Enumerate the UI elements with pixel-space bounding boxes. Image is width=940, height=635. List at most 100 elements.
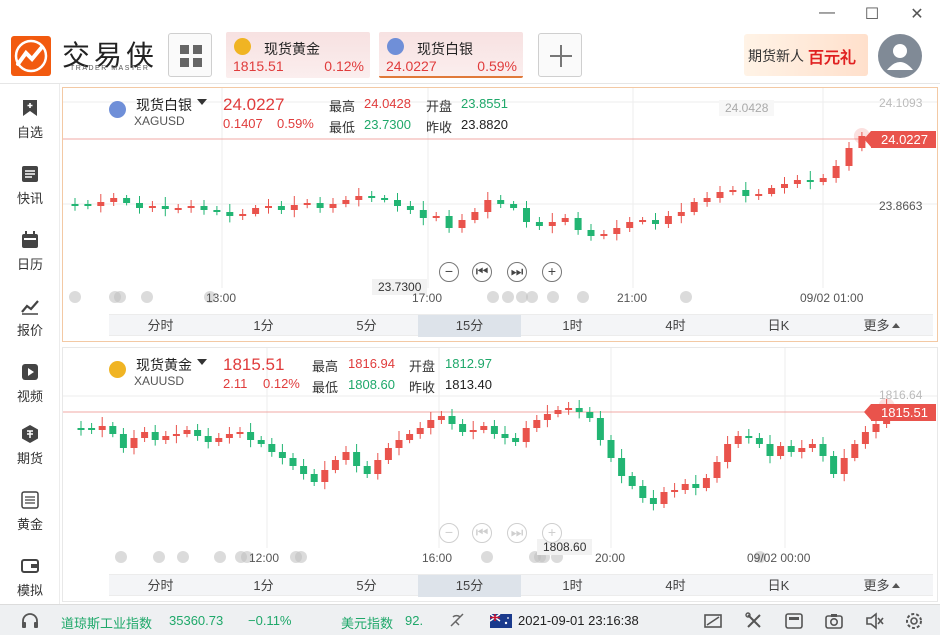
avatar[interactable] [878,34,922,78]
minimize-button[interactable]: — [817,4,837,22]
silver-coin-icon [387,38,404,55]
candle-body [600,234,608,236]
tab-silver[interactable]: 现货白银 24.0227 0.59% [379,32,523,78]
candle-body [329,204,337,208]
bookmark-icon [23,100,37,116]
tab-timeframe[interactable]: 1时 [521,575,624,597]
usd-index-label[interactable]: 美元指数 [341,613,393,632]
candle-body [713,462,721,478]
tab-timeframe[interactable]: 4时 [624,315,727,337]
dow-pct: −0.11% [248,613,292,628]
logo-subtitle: TRADER MASTER [70,65,150,72]
sidebar-item-gold[interactable]: 黄金 [0,490,60,550]
mute-icon[interactable] [864,611,884,631]
maximize-button[interactable]: ☐ [862,4,882,24]
status-bar: 道琼斯工业指数 35360.73 −0.11% 美元指数 92. 2021-09… [0,604,940,635]
silver-open: 23.8551 [461,96,508,111]
candle-body [681,484,689,490]
chevron-down-icon[interactable] [197,99,207,105]
chart-toggle-icon[interactable] [703,611,723,631]
tab-timeframe-more[interactable]: 更多 [830,575,933,597]
candle-body [331,460,339,470]
camera-icon[interactable] [824,611,844,631]
sidebar-item-video[interactable]: 视频 [0,362,60,422]
chevron-down-icon[interactable] [197,359,207,365]
tab-timeframe[interactable]: 1分 [212,315,315,337]
tab-timeframe[interactable]: 5分 [315,315,418,337]
candle-body [427,420,435,428]
gold-low-label: 最低 [312,380,339,395]
tools-icon[interactable] [744,611,764,631]
gold-open: 1812.97 [445,356,492,371]
gold-time-label: 20:00 [595,551,626,565]
grid-layout-button[interactable] [168,33,212,77]
sidebar-item-label: 自选 [16,125,43,140]
event-marker [69,291,81,303]
candle-body [109,426,117,434]
candle-body [363,466,371,474]
candle-body [321,470,329,482]
zoom-in-button[interactable]: + [542,523,562,543]
sidebar-item-label: 视频 [16,389,43,404]
prev-bar-button[interactable]: ⏮ [472,262,492,282]
tab-timeframe[interactable]: 分时 [109,575,212,597]
candle-body [277,206,285,210]
connection-icon[interactable] [448,611,466,629]
tab-timeframe[interactable]: 5分 [315,575,418,597]
headset-icon[interactable] [20,611,40,631]
zoom-in-button[interactable]: + [542,262,562,282]
silver-chart-panel: 现货白银 XAGUSD 24.0227 0.1407 0.59% 最高 24.0… [62,87,938,342]
candle-body [490,426,498,434]
next-bar-button[interactable]: ⏭ [507,523,527,543]
next-bar-button[interactable]: ⏭ [507,262,527,282]
close-button[interactable]: ✕ [907,4,927,24]
event-marker [487,291,499,303]
add-tab-button[interactable] [538,33,582,77]
candle-body [781,184,788,188]
tab-timeframe[interactable]: 1分 [212,575,315,597]
gold-price: 1815.51 [223,355,285,374]
sidebar: 自选 快讯 日历 报价 视频 期货 黄金 模拟 [0,84,60,604]
tab-timeframe-more[interactable]: 更多 [830,315,933,337]
gold-timeframe-bar: 分时 1分 5分 15分 1时 4时 日K 更多 [109,574,933,597]
dow-label[interactable]: 道琼斯工业指数 [61,613,152,632]
candle-body [702,478,710,488]
gold-high-label: 最高 [312,359,339,374]
candle-body [71,204,79,206]
gold-symbol-name[interactable]: 现货黄金 [136,355,192,375]
tab-timeframe-active[interactable]: 15分 [418,575,521,597]
sidebar-item-futures[interactable]: 期货 [0,424,60,484]
tab-gold[interactable]: 现货黄金 1815.51 0.12% [226,32,370,78]
tab-timeframe[interactable]: 日K [727,575,830,597]
theme-icon[interactable] [784,611,804,631]
candle-body [213,210,221,212]
candle-body [548,222,556,226]
silver-prev-label: 昨收 [426,120,453,135]
zoom-out-button[interactable]: − [439,262,459,282]
sidebar-item-calendar[interactable]: 日历 [0,230,60,290]
sidebar-item-news[interactable]: 快讯 [0,164,60,224]
tab-timeframe[interactable]: 4时 [624,575,727,597]
tab-timeframe[interactable]: 1时 [521,315,624,337]
silver-symbol-name[interactable]: 现货白银 [136,95,192,115]
gold-coin-icon [109,361,126,378]
tab-timeframe-active[interactable]: 15分 [418,315,521,337]
sidebar-item-quotes[interactable]: 报价 [0,296,60,356]
promo-banner[interactable]: 期货新人 百元礼 [744,34,868,76]
candle-body [316,203,324,208]
tab-timeframe[interactable]: 分时 [109,315,212,337]
tab-timeframe[interactable]: 日K [727,315,830,337]
zoom-out-button[interactable]: − [439,523,459,543]
sidebar-item-watchlist[interactable]: 自选 [0,98,60,158]
candle-body [497,200,505,204]
silver-time-label: 09/02 01:00 [800,291,864,305]
silver-prev: 23.8820 [461,117,508,132]
event-marker [115,551,127,563]
settings-icon[interactable] [904,611,924,631]
candle-body [247,432,255,440]
prev-bar-button[interactable]: ⏮ [472,523,492,543]
candle-body [819,444,827,456]
silver-high: 24.0428 [364,96,411,111]
candle-body [98,426,106,430]
candle-body [561,218,569,222]
